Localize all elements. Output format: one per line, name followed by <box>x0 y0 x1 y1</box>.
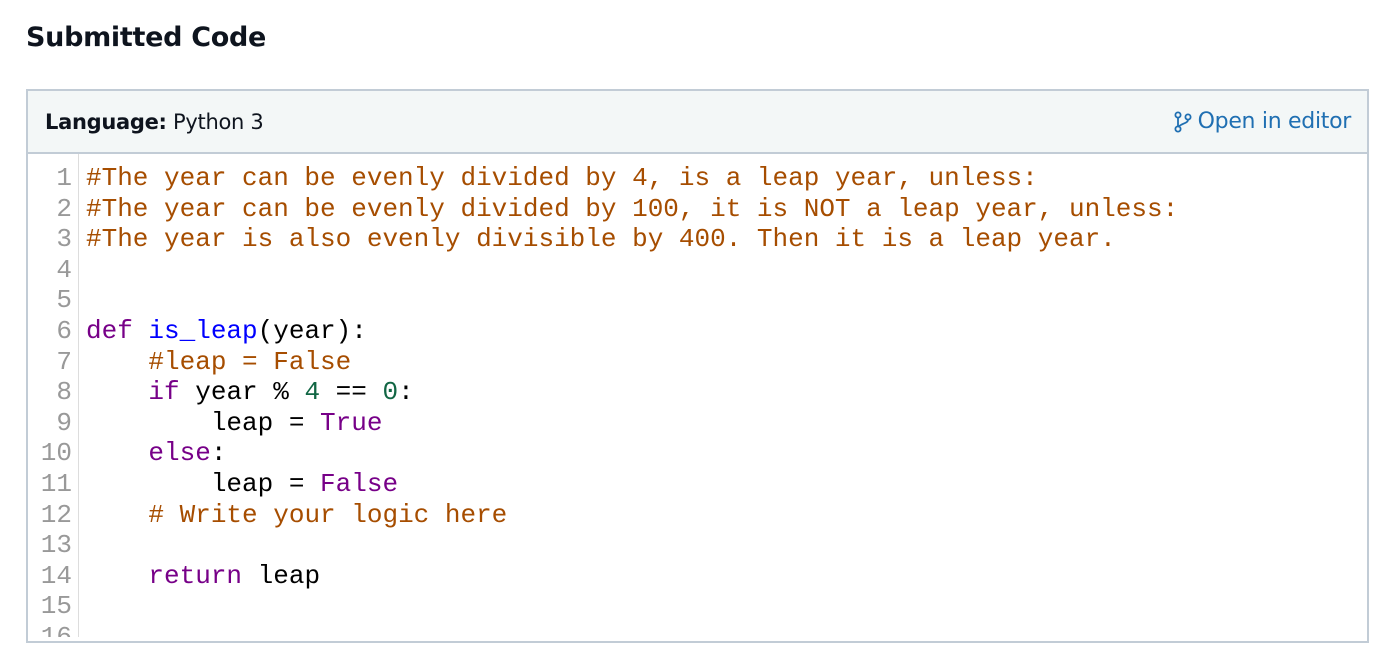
line-content: else: <box>72 438 226 469</box>
code-line: 8 if year % 4 == 0: <box>28 377 1367 408</box>
line-content: def is_leap(year): <box>72 316 367 347</box>
code-line: 10 else: <box>28 438 1367 469</box>
code-panel-header: Language: Python 3 Open in editor <box>28 91 1367 154</box>
code-token-plain: : <box>398 377 414 408</box>
code-lines: 1 #The year can be evenly divided by 4, i… <box>28 163 1367 637</box>
code-token-plain: year % <box>179 377 305 408</box>
code-line: 7 #leap = False <box>28 347 1367 378</box>
line-content: leap = True <box>72 407 383 439</box>
code-line: 9 leap = True <box>28 408 1367 439</box>
line-number: 10 <box>40 438 72 469</box>
line-number: 13 <box>40 530 72 561</box>
code-line: 11 leap = False <box>28 469 1367 500</box>
code-line: 12 # Write your logic here <box>28 500 1367 531</box>
code-line: 2 #The year can be evenly divided by 100,… <box>28 194 1367 225</box>
language-label: Language: <box>45 109 167 134</box>
line-number: 8 <box>56 377 72 408</box>
line-number: 9 <box>56 407 72 438</box>
line-content: #The year is also evenly divisible by 40… <box>72 224 1116 255</box>
line-content: return leap <box>72 561 320 592</box>
line-number: 16 <box>40 621 72 637</box>
line-content: if year % 4 == 0: <box>72 377 414 408</box>
code-line: 16 <box>28 622 1367 637</box>
code-token-plain: leap = <box>86 468 321 499</box>
line-content <box>72 622 86 637</box>
language-info: Language: Python 3 <box>45 109 264 134</box>
code-token-plain: leap <box>242 560 321 591</box>
code-line: 5 <box>28 285 1367 316</box>
code-line: 13 <box>28 530 1367 561</box>
code-token-number: 4 <box>304 377 321 408</box>
code-token-comment: # Write your logic here <box>148 499 508 530</box>
code-token-keyword: False <box>320 468 399 499</box>
code-token-keyword: True <box>320 407 383 438</box>
code-token-plain: == <box>320 377 383 408</box>
line-content: #leap = False <box>72 347 351 378</box>
code-line: 6 def is_leap(year): <box>28 316 1367 347</box>
code-line: 14 return leap <box>28 561 1367 592</box>
line-number: 11 <box>40 468 72 499</box>
line-content: leap = False <box>72 469 398 500</box>
code-line: 1 #The year can be evenly divided by 4, i… <box>28 163 1367 194</box>
line-number: 3 <box>56 224 72 255</box>
code-token-plain: : <box>210 438 227 469</box>
code-token-comment: #The year can be evenly divided by 4, is… <box>86 163 1038 193</box>
open-in-editor-label: Open in editor <box>1197 109 1352 134</box>
line-content: #The year can be evenly divided by 4, is… <box>72 163 1038 194</box>
code-editor[interactable]: 1 #The year can be evenly divided by 4, i… <box>28 154 1367 637</box>
language-value: Python 3 <box>173 109 264 134</box>
code-token-plain: leap = <box>86 407 321 438</box>
code-token-comment: #The year can be evenly divided by 100, … <box>86 193 1179 224</box>
line-number: 4 <box>56 254 72 285</box>
line-content: # Write your logic here <box>72 500 507 531</box>
line-number: 1 <box>56 163 72 193</box>
line-number: 7 <box>56 346 72 377</box>
line-content <box>72 591 86 622</box>
page-title: Submitted Code <box>26 22 267 53</box>
code-token-keyword: return <box>148 560 243 591</box>
line-content <box>72 285 86 316</box>
line-number: 12 <box>40 499 72 530</box>
code-line: 3 #The year is also evenly divisible by 4… <box>28 224 1367 255</box>
submitted-code-panel: Language: Python 3 Open in editor 1 #The … <box>26 89 1369 643</box>
code-token-plain: (year): <box>257 315 367 346</box>
line-number: 6 <box>56 315 72 346</box>
line-content <box>72 530 86 561</box>
line-number: 2 <box>56 193 72 224</box>
code-line: 15 <box>28 591 1367 622</box>
line-content <box>72 255 86 286</box>
code-token-keyword: def <box>86 315 133 346</box>
branch-icon <box>1174 111 1192 133</box>
line-number: 15 <box>40 591 72 622</box>
code-token-number: 0 <box>382 377 399 408</box>
code-token-comment: #The year is also evenly divisible by 40… <box>86 224 1116 255</box>
line-number: 14 <box>40 560 72 591</box>
code-line: 4 <box>28 255 1367 286</box>
code-token-comment: #leap = False <box>148 346 352 377</box>
code-token-keyword: else <box>148 438 211 469</box>
code-token-keyword: if <box>148 377 180 408</box>
open-in-editor-link[interactable]: Open in editor <box>1174 109 1351 134</box>
line-number: 5 <box>56 285 72 316</box>
line-content: #The year can be evenly divided by 100, … <box>72 194 1178 225</box>
code-token-def: is_leap <box>148 315 258 346</box>
